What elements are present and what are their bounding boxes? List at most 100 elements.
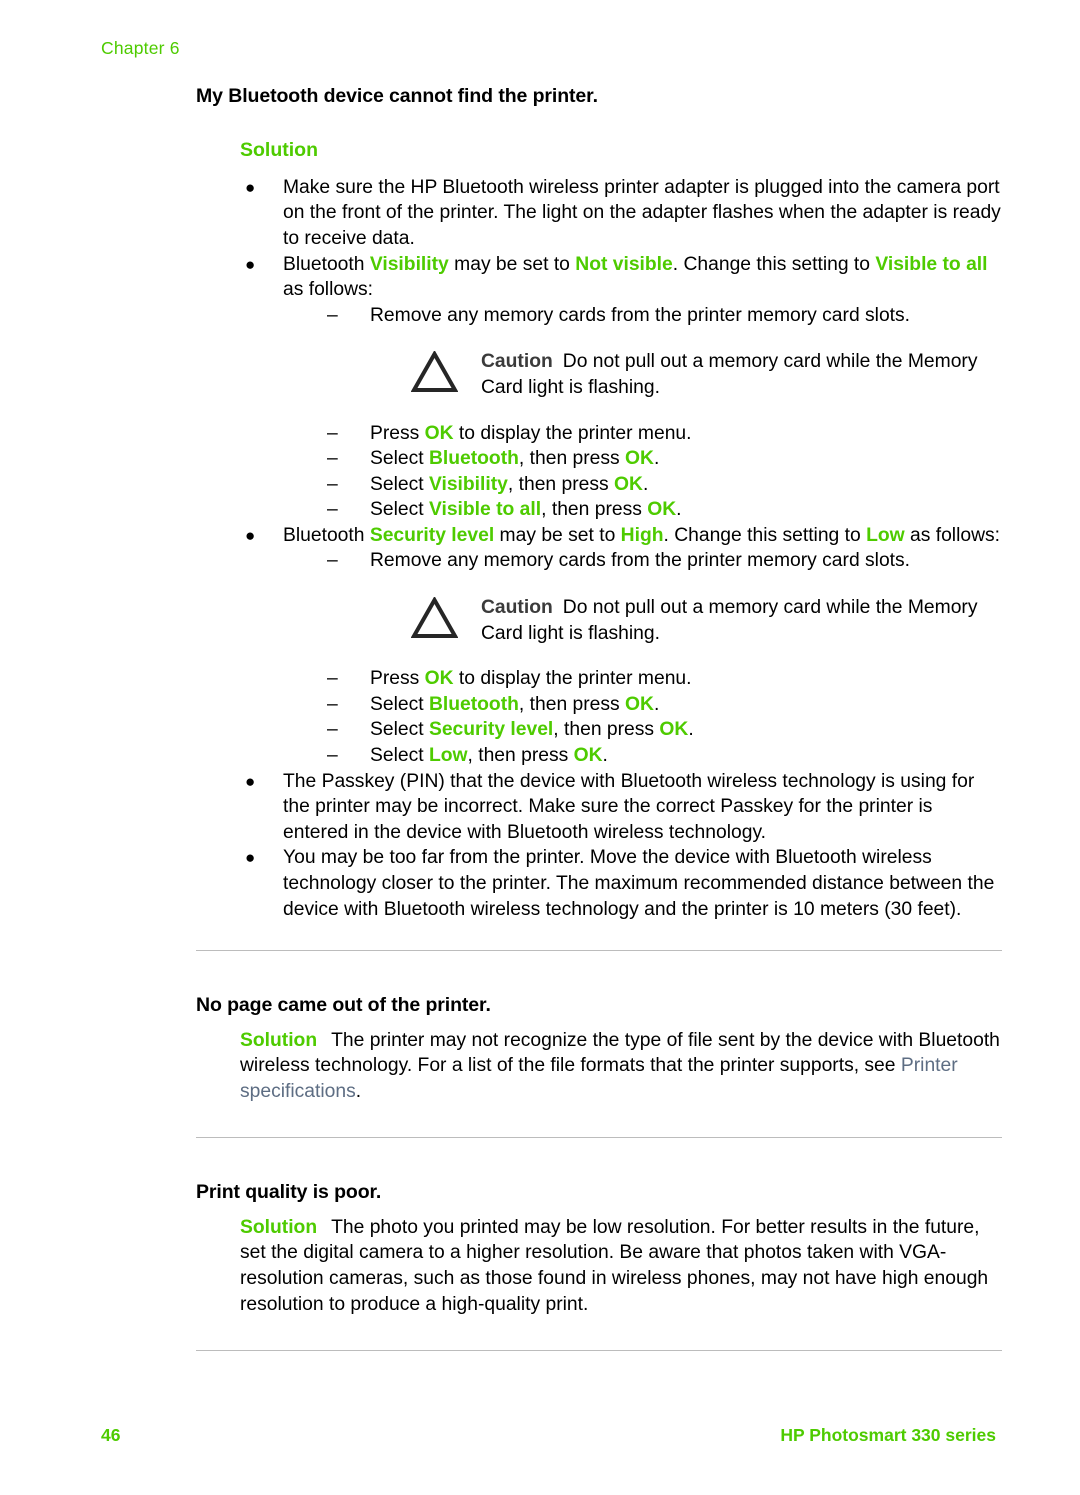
list-item-text: You may be too far from the printer. Mov… — [283, 847, 995, 920]
list-item: – Remove any memory cards from the print… — [323, 303, 1002, 329]
dash-marker-icon: – — [327, 422, 338, 444]
caution-text: Do not pull out a memory card while the … — [481, 597, 978, 644]
list-item: – Select Visible to all, then press OK. — [323, 497, 1002, 523]
list-item-text: Make sure the HP Bluetooth wireless prin… — [283, 176, 1001, 249]
setting-value: Not visible — [575, 253, 673, 275]
solution-bullet-list: ● Make sure the HP Bluetooth wireless pr… — [196, 175, 1002, 922]
solution-paragraph: Solution The printer may not recognize th… — [196, 1028, 1002, 1105]
text-run: Press — [370, 668, 425, 690]
list-item: ● The Passkey (PIN) that the device with… — [196, 769, 1002, 846]
text-run: may be set to — [494, 524, 621, 546]
list-item: ● Bluetooth Visibility may be set to Not… — [196, 252, 1002, 523]
setting-name: Visibility — [369, 253, 449, 275]
menu-item-name: Visible to all — [428, 499, 542, 521]
list-item: ● You may be too far from the printer. M… — [196, 845, 1002, 922]
page-title: My Bluetooth device cannot find the prin… — [196, 85, 598, 107]
list-item-text: Press OK to display the printer menu. — [370, 423, 692, 444]
section-bluetooth-cannot-find: My Bluetooth device cannot find the prin… — [196, 84, 1002, 922]
list-item-text: The Passkey (PIN) that the device with B… — [283, 770, 975, 843]
text-run: . Change this setting to — [663, 524, 867, 546]
ok-key-label: OK — [424, 422, 454, 444]
text-run: , then press — [518, 448, 626, 470]
text-run: to display the printer menu. — [453, 422, 692, 444]
section-divider — [196, 950, 1002, 952]
list-item: – Press OK to display the printer menu. — [323, 666, 1002, 692]
text-run: , then press — [467, 745, 574, 767]
dash-marker-icon: – — [327, 719, 338, 741]
dash-marker-icon: – — [327, 473, 338, 495]
dash-marker-icon: – — [327, 304, 338, 326]
text-run: Bluetooth — [283, 253, 370, 275]
text-run: Press — [370, 422, 425, 444]
list-item-text: Select Bluetooth, then press OK. — [370, 448, 659, 469]
list-item: – Press OK to display the printer menu. — [323, 421, 1002, 447]
text-run: , then press — [518, 693, 626, 715]
text-run: Select — [370, 745, 429, 767]
text-run: Select — [370, 448, 429, 470]
ok-key-label: OK — [659, 719, 689, 741]
text-run: The photo you printed may be low resolut… — [240, 1216, 989, 1315]
bullet-marker-icon: ● — [245, 848, 256, 868]
page-number: 46 — [101, 1425, 121, 1445]
menu-item-name: Security level — [428, 719, 554, 741]
document-page: Chapter 6 My Bluetooth device cannot fin… — [0, 0, 1080, 1495]
text-run: as follows: — [283, 279, 374, 301]
caution-label: Caution — [481, 351, 553, 373]
dash-marker-icon: – — [327, 499, 338, 521]
list-item: ● Bluetooth Security level may be set to… — [196, 523, 1002, 769]
menu-item-name: Visibility — [428, 473, 508, 495]
list-item-text: Press OK to display the printer menu. — [370, 668, 692, 689]
caution-text: Do not pull out a memory card while the … — [481, 351, 978, 398]
step-list: – Remove any memory cards from the print… — [323, 548, 1002, 574]
step-list: – Press OK to display the printer menu. … — [323, 421, 1002, 523]
setting-value: Low — [866, 524, 905, 546]
page-content: My Bluetooth device cannot find the prin… — [196, 84, 1002, 1352]
text-run: . Change this setting to — [672, 253, 876, 275]
section-print-quality-poor: Print quality is poor. Solution The photo… — [196, 1180, 1002, 1317]
bullet-marker-icon: ● — [245, 525, 256, 545]
text-run: The printer may not recognize the type o… — [240, 1029, 1000, 1077]
setting-value: Visible to all — [875, 253, 988, 275]
caution-triangle-icon — [410, 350, 459, 393]
bullet-marker-icon: ● — [245, 771, 256, 791]
list-item-text: Select Bluetooth, then press OK. — [370, 694, 659, 715]
bullet-marker-icon: ● — [245, 254, 256, 274]
list-item-text: Bluetooth Security level may be set to H… — [283, 525, 1000, 546]
dash-marker-icon: – — [327, 550, 338, 572]
list-item: – Remove any memory cards from the print… — [323, 548, 1002, 574]
solution-paragraph: Solution The photo you printed may be low… — [196, 1215, 1002, 1317]
text-run: may be set to — [448, 253, 576, 275]
ok-key-label: OK — [573, 745, 603, 767]
page-title: No page came out of the printer. — [196, 994, 491, 1017]
ok-key-label: OK — [647, 499, 677, 521]
caution-note: Caution Do not pull out a memory card whi… — [409, 349, 1002, 400]
solution-label: Solution — [240, 1216, 318, 1238]
list-item: – Select Security level, then press OK. — [323, 717, 1002, 743]
list-item-text: Remove any memory cards from the printer… — [370, 304, 911, 326]
text-run: , then press — [553, 719, 660, 741]
page-footer: 46 HP Photosmart 330 series — [0, 1425, 1080, 1451]
ok-key-label: OK — [424, 668, 454, 690]
ok-key-label: OK — [625, 448, 654, 470]
text-run: Bluetooth — [283, 524, 370, 546]
dash-marker-icon: – — [327, 745, 338, 767]
list-item-text: Select Low, then press OK. — [370, 745, 608, 766]
text-run: . — [676, 499, 682, 521]
list-item: – Select Low, then press OK. — [323, 743, 1002, 769]
setting-value: High — [620, 524, 664, 546]
list-item: – Select Visibility, then press OK. — [323, 472, 1002, 498]
text-run: , then press — [541, 499, 648, 521]
setting-name: Security level — [369, 524, 495, 546]
chapter-running-head: Chapter 6 — [101, 38, 180, 58]
caution-triangle-icon — [410, 596, 459, 639]
text-run: . — [653, 448, 660, 470]
dash-marker-icon: – — [327, 693, 338, 715]
menu-item-name: Bluetooth — [428, 448, 519, 470]
caution-label: Caution — [481, 597, 553, 619]
text-run: . — [688, 719, 694, 741]
step-list: – Press OK to display the printer menu. … — [323, 666, 1002, 768]
section-no-page-came-out: No page came out of the printer. Solutio… — [196, 993, 1002, 1104]
bullet-marker-icon: ● — [245, 177, 256, 197]
dash-marker-icon: – — [327, 668, 338, 690]
list-item-text: Bluetooth Visibility may be set to Not v… — [283, 254, 988, 301]
